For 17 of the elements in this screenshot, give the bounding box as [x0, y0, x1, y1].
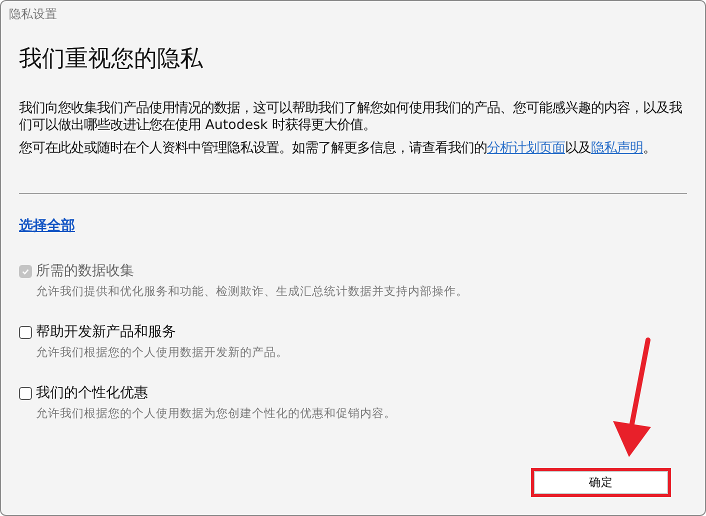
- text-link[interactable]: 隐私声明: [591, 141, 643, 156]
- dialog-heading: 我们重视您的隐私: [19, 45, 203, 74]
- checkbox[interactable]: [19, 326, 32, 338]
- option-description: 允许我们根据您的个人使用数据开发新的产品。: [36, 345, 288, 360]
- option-description: 允许我们提供和优化服务和功能、检测欺诈、生成汇总统计数据并支持内部操作。: [36, 284, 468, 299]
- option-label: 我们的个性化优惠: [36, 384, 148, 402]
- checkbox[interactable]: [19, 386, 32, 400]
- option-label: 帮助开发新产品和服务: [36, 323, 176, 341]
- info-paragraph: 您可在此处或随时在个人资料中管理隐私设置。如需了解更多信息，请查看我们的分析计划页面以及隐私声明。: [19, 140, 657, 157]
- select-all-link[interactable]: 选择全部: [19, 217, 75, 235]
- info-paragraph: 我们向您收集我们产品使用情况的数据，这可以帮助我们了解您如何使用我们的产品、您可能感兴趣的内容，以及我们可以做出哪些改进让您在使用 Autodesk 时获得更大价值。: [19, 100, 683, 134]
- check-icon: [21, 266, 30, 276]
- window-title: 隐私设置: [9, 6, 57, 22]
- option-description: 允许我们根据您的个人使用数据为您创建个性化的优惠和促销内容。: [36, 406, 396, 421]
- ok-button[interactable]: 确定: [534, 471, 668, 494]
- option-label: 所需的数据收集: [36, 262, 134, 280]
- text-link[interactable]: 分析计划页面: [487, 141, 565, 156]
